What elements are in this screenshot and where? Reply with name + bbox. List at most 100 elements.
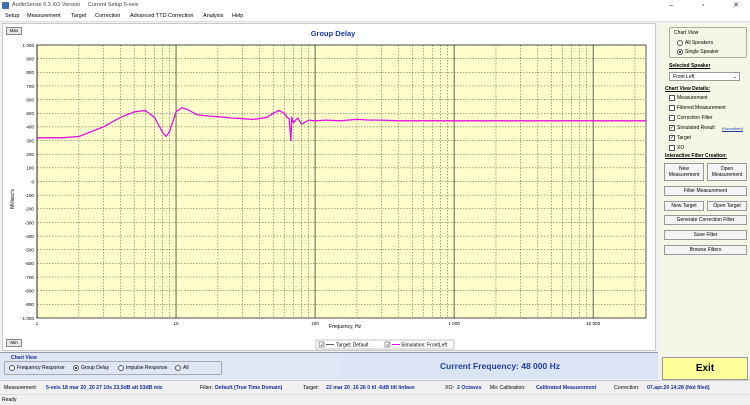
smoothed-link[interactable]: (Smoothed) bbox=[722, 126, 743, 131]
y-tick-label: -500 bbox=[25, 248, 35, 253]
y-tick-label: -800 bbox=[25, 289, 35, 294]
y-tick-label: 200 bbox=[26, 152, 34, 157]
correction-filter-label: Correction Filter bbox=[677, 115, 713, 121]
y-tick-label: -900 bbox=[25, 302, 35, 307]
target-label: Target: bbox=[303, 385, 319, 391]
y-tick-label: 100 bbox=[26, 166, 34, 171]
new-target-button[interactable]: New Target bbox=[664, 201, 704, 211]
target-value: 22 mar 20_16 26 0 til -6dB tilt linfase bbox=[326, 385, 415, 391]
y-tick-label: 700 bbox=[26, 84, 34, 89]
minimize-button[interactable]: – bbox=[660, 0, 682, 11]
y-tick-label: 900 bbox=[26, 56, 34, 61]
menu-correction[interactable]: Correction bbox=[95, 13, 120, 19]
all-speakers-radio[interactable] bbox=[677, 40, 683, 46]
generate-correction-filter-button[interactable]: Generate Correction Filter bbox=[664, 215, 747, 225]
filter-measurement-button[interactable]: Filter Measurement bbox=[664, 186, 747, 196]
y-tick-label: -100 bbox=[25, 193, 35, 198]
correction-value: 07.apr.20 14:28 (Not filed) bbox=[647, 385, 710, 391]
frequency-response-label: Frequency Response bbox=[17, 365, 65, 371]
x-tick-label: 100 bbox=[311, 321, 319, 326]
y-tick-label: 300 bbox=[26, 138, 34, 143]
group-delay-label: Group Delay bbox=[81, 365, 110, 371]
y-tick-label: 600 bbox=[26, 97, 34, 102]
chevron-down-icon: ⌄ bbox=[732, 74, 737, 80]
legend-sim-label: Simulation: FrontLeft bbox=[401, 343, 448, 349]
y-tick-label: -700 bbox=[25, 275, 35, 280]
filter-label: Filter: bbox=[200, 385, 213, 391]
x-axis-label: Frequency, Hz bbox=[329, 324, 362, 330]
y-tick-label: 500 bbox=[26, 111, 34, 116]
selected-speaker-title: Selected Speaker bbox=[669, 63, 711, 69]
xo-checkbox[interactable] bbox=[669, 145, 675, 151]
new-measurement-button[interactable]: New Measurement bbox=[664, 163, 704, 181]
menu-analysis[interactable]: Analysis bbox=[203, 13, 223, 19]
y-tick-label: -1 000 bbox=[21, 316, 34, 321]
simulated-result-checkbox[interactable]: ✓ bbox=[669, 125, 675, 131]
measurement-check-label: Measurement bbox=[677, 95, 708, 101]
menu-advanced-ttd[interactable]: Advanced TTD Correction bbox=[130, 13, 193, 19]
xo-value: 2 Octaves bbox=[457, 385, 482, 391]
frequency-response-radio[interactable] bbox=[9, 365, 15, 371]
browse-filters-button[interactable]: Browse Filters bbox=[664, 245, 747, 255]
chart-view-title: Chart View bbox=[674, 30, 699, 36]
correction-filter-checkbox[interactable] bbox=[669, 115, 675, 121]
filtered-measurement-checkbox[interactable] bbox=[669, 105, 675, 111]
y-tick-label: 1 000 bbox=[23, 43, 35, 48]
menu-measurement[interactable]: Measurement bbox=[27, 13, 61, 19]
close-button[interactable]: ✕ bbox=[725, 0, 747, 11]
open-measurement-button[interactable]: Open Measurement bbox=[707, 163, 747, 181]
legend-target-label: Target: Default bbox=[336, 343, 369, 349]
group-delay-radio[interactable] bbox=[73, 365, 79, 371]
impulse-response-radio[interactable] bbox=[118, 365, 124, 371]
target-checkbox[interactable]: ✓ bbox=[669, 135, 675, 141]
min-button[interactable]: Min bbox=[6, 339, 22, 347]
filter-value: Default (True Time Domain) bbox=[215, 385, 283, 391]
all-speakers-label: All Speakers bbox=[685, 40, 714, 46]
info-bar: Measurement: 5-veis 18 mar 20_20 27 10s … bbox=[0, 380, 750, 394]
current-frequency: Current Frequency: 48 000 Hz bbox=[440, 361, 560, 371]
all-radio[interactable] bbox=[175, 365, 181, 371]
x-tick-label: 1 bbox=[36, 321, 39, 326]
max-button[interactable]: Max bbox=[6, 27, 22, 35]
x-tick-label: 1 000 bbox=[448, 321, 460, 326]
single-speaker-radio[interactable] bbox=[677, 49, 683, 55]
y-tick-label: -200 bbox=[25, 207, 35, 212]
filtered-measurement-label: Filtered Measurement bbox=[677, 105, 726, 111]
simulated-result-label: Simulated Result bbox=[677, 125, 715, 131]
all-label: All bbox=[183, 365, 189, 371]
status-bar: Ready bbox=[0, 394, 750, 405]
menu-bar: Setup Measurement Target Correction Adva… bbox=[0, 11, 750, 22]
y-tick-label: -300 bbox=[25, 220, 35, 225]
mic-calibration-label: Mic Calibration: bbox=[490, 385, 526, 391]
impulse-response-label: Impulse Response bbox=[126, 365, 168, 371]
legend-sim-check-icon: ✓ bbox=[386, 343, 390, 349]
y-tick-label: -400 bbox=[25, 234, 35, 239]
menu-setup[interactable]: Setup bbox=[5, 13, 19, 19]
measurement-value: 5-veis 18 mar 20_20 27 10s 23,5dB att 53… bbox=[46, 385, 163, 391]
xo-check-label: XO bbox=[677, 145, 685, 151]
open-target-button[interactable]: Open Target bbox=[707, 201, 747, 211]
measurement-checkbox[interactable] bbox=[669, 95, 675, 101]
x-tick-label: 10 bbox=[173, 321, 179, 326]
measurement-label: Measurement: bbox=[4, 385, 38, 391]
side-panel: Chart View All Speakers Single Speaker S… bbox=[659, 23, 750, 358]
chart-view-details-title: Chart View Details: bbox=[665, 86, 711, 92]
menu-target[interactable]: Target bbox=[71, 13, 86, 19]
y-tick-label: 400 bbox=[26, 125, 34, 130]
menu-help[interactable]: Help bbox=[232, 13, 243, 19]
chart-title: Group Delay bbox=[311, 29, 356, 38]
chart-view-selector: Chart View Frequency Response Group Dela… bbox=[0, 352, 342, 379]
speaker-select[interactable]: Front Left ⌄ bbox=[669, 72, 740, 81]
xo-label: XO: bbox=[445, 385, 454, 391]
legend-target-check-icon: ✓ bbox=[320, 343, 324, 349]
x-tick-label: 10 000 bbox=[586, 321, 600, 326]
mic-calibration-value: Calibrated Measurement bbox=[536, 385, 597, 391]
single-speaker-label: Single Speaker bbox=[685, 49, 719, 55]
y-tick-label: 0 bbox=[31, 179, 34, 184]
current-frequency-panel: Current Frequency: 48 000 Hz bbox=[342, 352, 658, 379]
exit-button[interactable]: Exit bbox=[662, 357, 748, 380]
correction-label: Correction: bbox=[614, 385, 640, 391]
save-filter-button[interactable]: Save Filter bbox=[664, 230, 747, 240]
maximize-button[interactable]: ▫ bbox=[692, 0, 714, 11]
window-title: AudioSense 6.3 XO Version bbox=[12, 2, 81, 8]
